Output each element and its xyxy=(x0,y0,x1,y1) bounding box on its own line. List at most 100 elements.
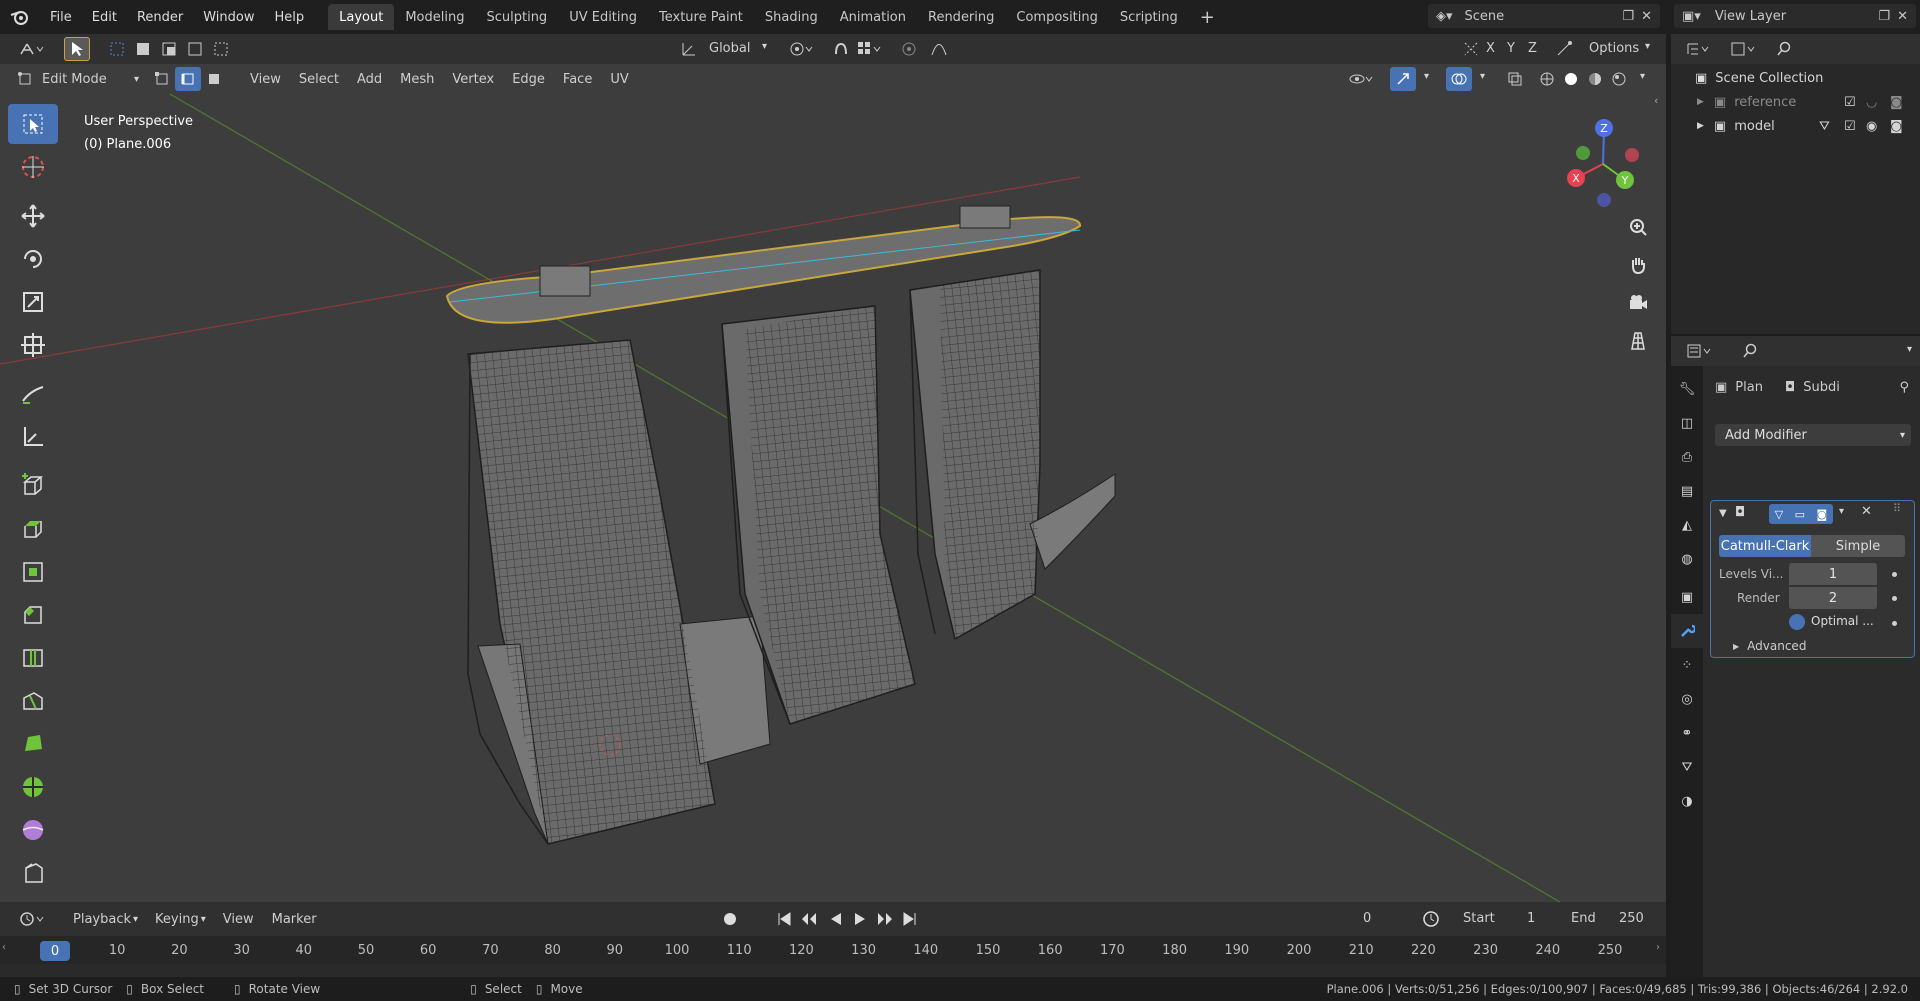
eye-closed-icon[interactable]: ◡ xyxy=(1866,95,1877,110)
outliner-row-reference[interactable]: ▶ ▣ reference ☑ ◡ ◙ xyxy=(1671,90,1920,114)
render-properties-tab-icon[interactable]: ◫ xyxy=(1671,406,1703,440)
filter-icon[interactable]: ⛛ xyxy=(1819,119,1830,134)
edge-slide-tool[interactable] xyxy=(8,853,58,893)
blender-logo-icon[interactable] xyxy=(0,0,40,34)
keyframe-dot-icon[interactable] xyxy=(1892,572,1897,577)
select-tool-button[interactable] xyxy=(64,37,90,61)
camera-view-icon[interactable] xyxy=(1621,286,1655,320)
face-select-icon[interactable] xyxy=(201,67,227,91)
snap-target-icon[interactable] xyxy=(856,40,882,58)
tab-sculpting[interactable]: Sculpting xyxy=(475,4,558,30)
chevron-down-icon[interactable]: ▾ xyxy=(1907,344,1912,355)
outliner-editor-type-icon[interactable] xyxy=(1681,37,1717,61)
scale-tool[interactable] xyxy=(8,282,58,322)
checkbox-checked-icon[interactable]: ☑ xyxy=(1844,95,1856,110)
menu-face[interactable]: Face xyxy=(554,72,601,87)
pin-icon[interactable]: ⚲ xyxy=(1899,380,1909,395)
play-icon[interactable] xyxy=(852,911,868,927)
menu-timeline-view[interactable]: View xyxy=(214,912,263,927)
cursor-tool[interactable] xyxy=(8,147,58,187)
menu-view[interactable]: View xyxy=(241,72,290,87)
annotate-tool[interactable] xyxy=(8,374,58,414)
drag-handle-icon[interactable]: ⠿ xyxy=(1893,502,1901,515)
inset-tool[interactable] xyxy=(8,552,58,592)
menu-mesh[interactable]: Mesh xyxy=(391,72,443,87)
menu-playback[interactable]: Playback xyxy=(64,912,133,927)
select-extend-icon[interactable] xyxy=(130,37,156,61)
tab-uv-editing[interactable]: UV Editing xyxy=(558,4,648,30)
snap-icon[interactable] xyxy=(832,40,850,58)
catmull-clark-button[interactable]: Catmull-Clark xyxy=(1719,535,1811,557)
menu-keying[interactable]: Keying xyxy=(146,912,201,927)
particles-tab-icon[interactable]: ⁘ xyxy=(1671,648,1703,682)
modifier-properties-tab-icon[interactable] xyxy=(1671,614,1703,648)
tab-shading[interactable]: Shading xyxy=(754,4,829,30)
rendered-shading-icon[interactable] xyxy=(1606,67,1632,91)
measure-tool[interactable] xyxy=(8,417,58,457)
pan-hand-icon[interactable] xyxy=(1621,248,1655,282)
remove-modifier-icon[interactable]: ✕ xyxy=(1861,504,1872,519)
menu-marker[interactable]: Marker xyxy=(263,912,326,927)
current-frame-field[interactable]: 0 xyxy=(1354,911,1380,926)
object-properties-tab-icon[interactable]: ▣ xyxy=(1671,580,1703,614)
checkbox-checked-icon[interactable]: ☑ xyxy=(1844,119,1856,134)
edge-select-icon[interactable] xyxy=(175,67,202,91)
outliner-row-model[interactable]: ▶ ▣ model ⛛ ☑ ◉ ◙ xyxy=(1671,114,1920,138)
viewport-toggle-icon[interactable]: ▭ xyxy=(1795,508,1805,521)
jump-keyframe-forward-icon[interactable] xyxy=(876,911,894,927)
view-layer-selector[interactable]: ▣▾ View Layer ❐ ✕ xyxy=(1674,4,1916,28)
transform-orientation-icon[interactable] xyxy=(680,40,698,58)
menu-edge[interactable]: Edge xyxy=(503,72,554,87)
select-subtract-icon[interactable] xyxy=(156,37,182,61)
view-layer-properties-tab-icon[interactable]: ▤ xyxy=(1671,474,1703,508)
tab-scripting[interactable]: Scripting xyxy=(1109,4,1189,30)
collapse-arrow-icon[interactable]: ▼ xyxy=(1719,508,1727,519)
vertex-select-icon[interactable] xyxy=(149,67,175,91)
transform-orientation-select[interactable]: Global xyxy=(700,41,759,56)
start-frame-field[interactable]: 1 xyxy=(1518,911,1544,926)
expand-arrow-icon[interactable]: ▶ xyxy=(1697,97,1704,107)
search-icon[interactable] xyxy=(1771,37,1797,61)
play-reverse-icon[interactable] xyxy=(828,911,844,927)
scene-selector[interactable]: ◈▾ Scene ❐ ✕ xyxy=(1428,4,1660,28)
add-workspace-button[interactable]: + xyxy=(1189,4,1226,30)
proportional-editing-icon[interactable] xyxy=(900,40,918,58)
add-cube-tool[interactable] xyxy=(8,466,58,506)
select-box-tool[interactable] xyxy=(8,104,58,144)
loop-cut-tool[interactable] xyxy=(8,638,58,678)
constraints-tab-icon[interactable]: ⚭ xyxy=(1671,716,1703,750)
jump-keyframe-back-icon[interactable] xyxy=(800,911,818,927)
editor-type-icon[interactable] xyxy=(14,37,50,61)
chevron-down-icon[interactable]: ▾ xyxy=(1839,506,1844,517)
solid-shading-icon[interactable] xyxy=(1558,67,1584,91)
editmode-toggle-icon[interactable]: ▽ xyxy=(1775,508,1783,521)
move-tool[interactable] xyxy=(8,196,58,236)
menu-select[interactable]: Select xyxy=(290,72,348,87)
end-frame-field[interactable]: 250 xyxy=(1610,911,1653,926)
world-properties-tab-icon[interactable]: ◍ xyxy=(1671,542,1703,576)
sidebar-toggle-icon[interactable]: ‹ xyxy=(1654,94,1658,107)
close-icon[interactable]: ✕ xyxy=(1897,9,1908,24)
extrude-tool[interactable] xyxy=(8,509,58,549)
expand-arrow-icon[interactable]: ▶ xyxy=(1697,121,1704,131)
menu-uv[interactable]: UV xyxy=(601,72,637,87)
tab-animation[interactable]: Animation xyxy=(829,4,917,30)
search-icon[interactable] xyxy=(1737,339,1763,363)
wireframe-shading-icon[interactable] xyxy=(1534,67,1560,91)
options-dropdown[interactable]: Options xyxy=(1580,41,1648,56)
close-icon[interactable]: ✕ xyxy=(1641,9,1652,24)
render-toggle-icon[interactable]: ◙ xyxy=(1817,508,1828,521)
select-invert-icon[interactable] xyxy=(182,37,208,61)
timeline-editor-type-icon[interactable] xyxy=(14,907,50,931)
mirror-z-toggle[interactable]: Z xyxy=(1524,41,1541,56)
keyframe-dot-icon[interactable] xyxy=(1892,621,1897,626)
current-frame-indicator[interactable]: 0 xyxy=(40,941,70,961)
levels-viewport-field[interactable]: 1 xyxy=(1789,563,1877,585)
mirror-x-toggle[interactable]: X xyxy=(1482,41,1499,56)
tab-modeling[interactable]: Modeling xyxy=(394,4,475,30)
xray-toggle-icon[interactable] xyxy=(1502,67,1528,91)
tab-compositing[interactable]: Compositing xyxy=(1005,4,1109,30)
rotate-tool[interactable] xyxy=(8,239,58,279)
menu-help[interactable]: Help xyxy=(265,0,315,34)
keyframe-dot-icon[interactable] xyxy=(1892,596,1897,601)
